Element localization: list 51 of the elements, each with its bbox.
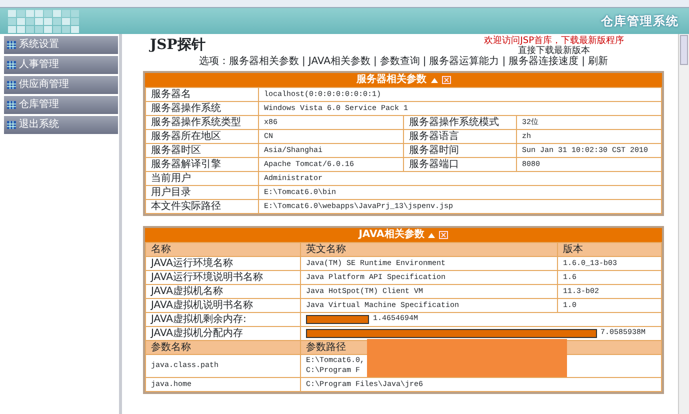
- table-cell: JAVA虚拟机名称: [146, 284, 300, 298]
- option-link[interactable]: JAVA相关参数: [308, 56, 370, 67]
- grid-icon: [7, 101, 16, 109]
- table-cell: 服务器端口: [404, 158, 516, 172]
- download-link[interactable]: 直接下载最新版本: [484, 46, 624, 56]
- table-cell: 服务器名: [146, 88, 258, 102]
- separator: |: [582, 56, 585, 67]
- app-title: 仓库管理系统: [601, 15, 679, 27]
- table-cell: 服务器操作系统: [146, 102, 258, 116]
- page-title: JSP探针: [150, 36, 206, 55]
- option-link[interactable]: 服务器连接速度: [508, 56, 579, 67]
- table-cell: 服务器操作系统类型: [146, 116, 258, 130]
- panel-title: 服务器相关参数: [356, 73, 426, 87]
- separator: |: [502, 56, 506, 67]
- grid-icon: [7, 81, 16, 89]
- table-cell: 当前用户: [146, 172, 258, 186]
- table-cell: 服务器所在地区: [146, 130, 258, 144]
- mosaic-drawing: [8, 10, 79, 32]
- grid-icon: [7, 61, 16, 69]
- scrollbar[interactable]: [678, 34, 689, 414]
- close-icon[interactable]: [439, 231, 448, 239]
- separator: |: [422, 56, 426, 67]
- table-cell: JAVA虚拟机说明书名称: [146, 298, 300, 312]
- close-icon[interactable]: [442, 76, 450, 84]
- table-cell: 用户目录: [146, 186, 258, 200]
- table-cell: JAVA虚拟机剩余内存:: [146, 312, 300, 326]
- options-label: 选项：: [199, 56, 230, 67]
- option-link[interactable]: 刷新: [588, 56, 608, 67]
- column-header: 参数名称: [146, 340, 300, 354]
- separator: |: [302, 56, 306, 67]
- column-header: 英文名称: [300, 242, 558, 256]
- collapse-icon[interactable]: [428, 232, 436, 238]
- panel-title: JAVA相关参数: [358, 228, 424, 242]
- column-header: 版本: [558, 242, 662, 256]
- collapse-icon[interactable]: [430, 78, 438, 82]
- notice-link[interactable]: 欢迎访问JSP首库，下载最新版程序: [484, 36, 624, 46]
- grid-icon: [7, 41, 16, 49]
- table-cell: 服务器时区: [146, 144, 258, 158]
- column-header: 名称: [146, 242, 300, 256]
- table-cell: 本文件实际路径: [146, 200, 258, 214]
- table-cell: 服务器语言: [404, 130, 516, 144]
- table-cell: 服务器解译引擎: [146, 158, 258, 172]
- table-cell: 服务器时间: [404, 144, 516, 158]
- table-cell: 服务器操作系统模式: [404, 116, 516, 130]
- table-cell: JAVA运行环境名称: [146, 256, 300, 270]
- grid-icon: [7, 121, 16, 129]
- separator: |: [373, 56, 377, 67]
- option-link[interactable]: 参数查询: [380, 56, 420, 67]
- option-link[interactable]: 服务器相关参数: [229, 56, 300, 67]
- table-cell: JAVA运行环境说明书名称: [146, 270, 300, 284]
- option-link[interactable]: 服务器运算能力: [429, 56, 500, 67]
